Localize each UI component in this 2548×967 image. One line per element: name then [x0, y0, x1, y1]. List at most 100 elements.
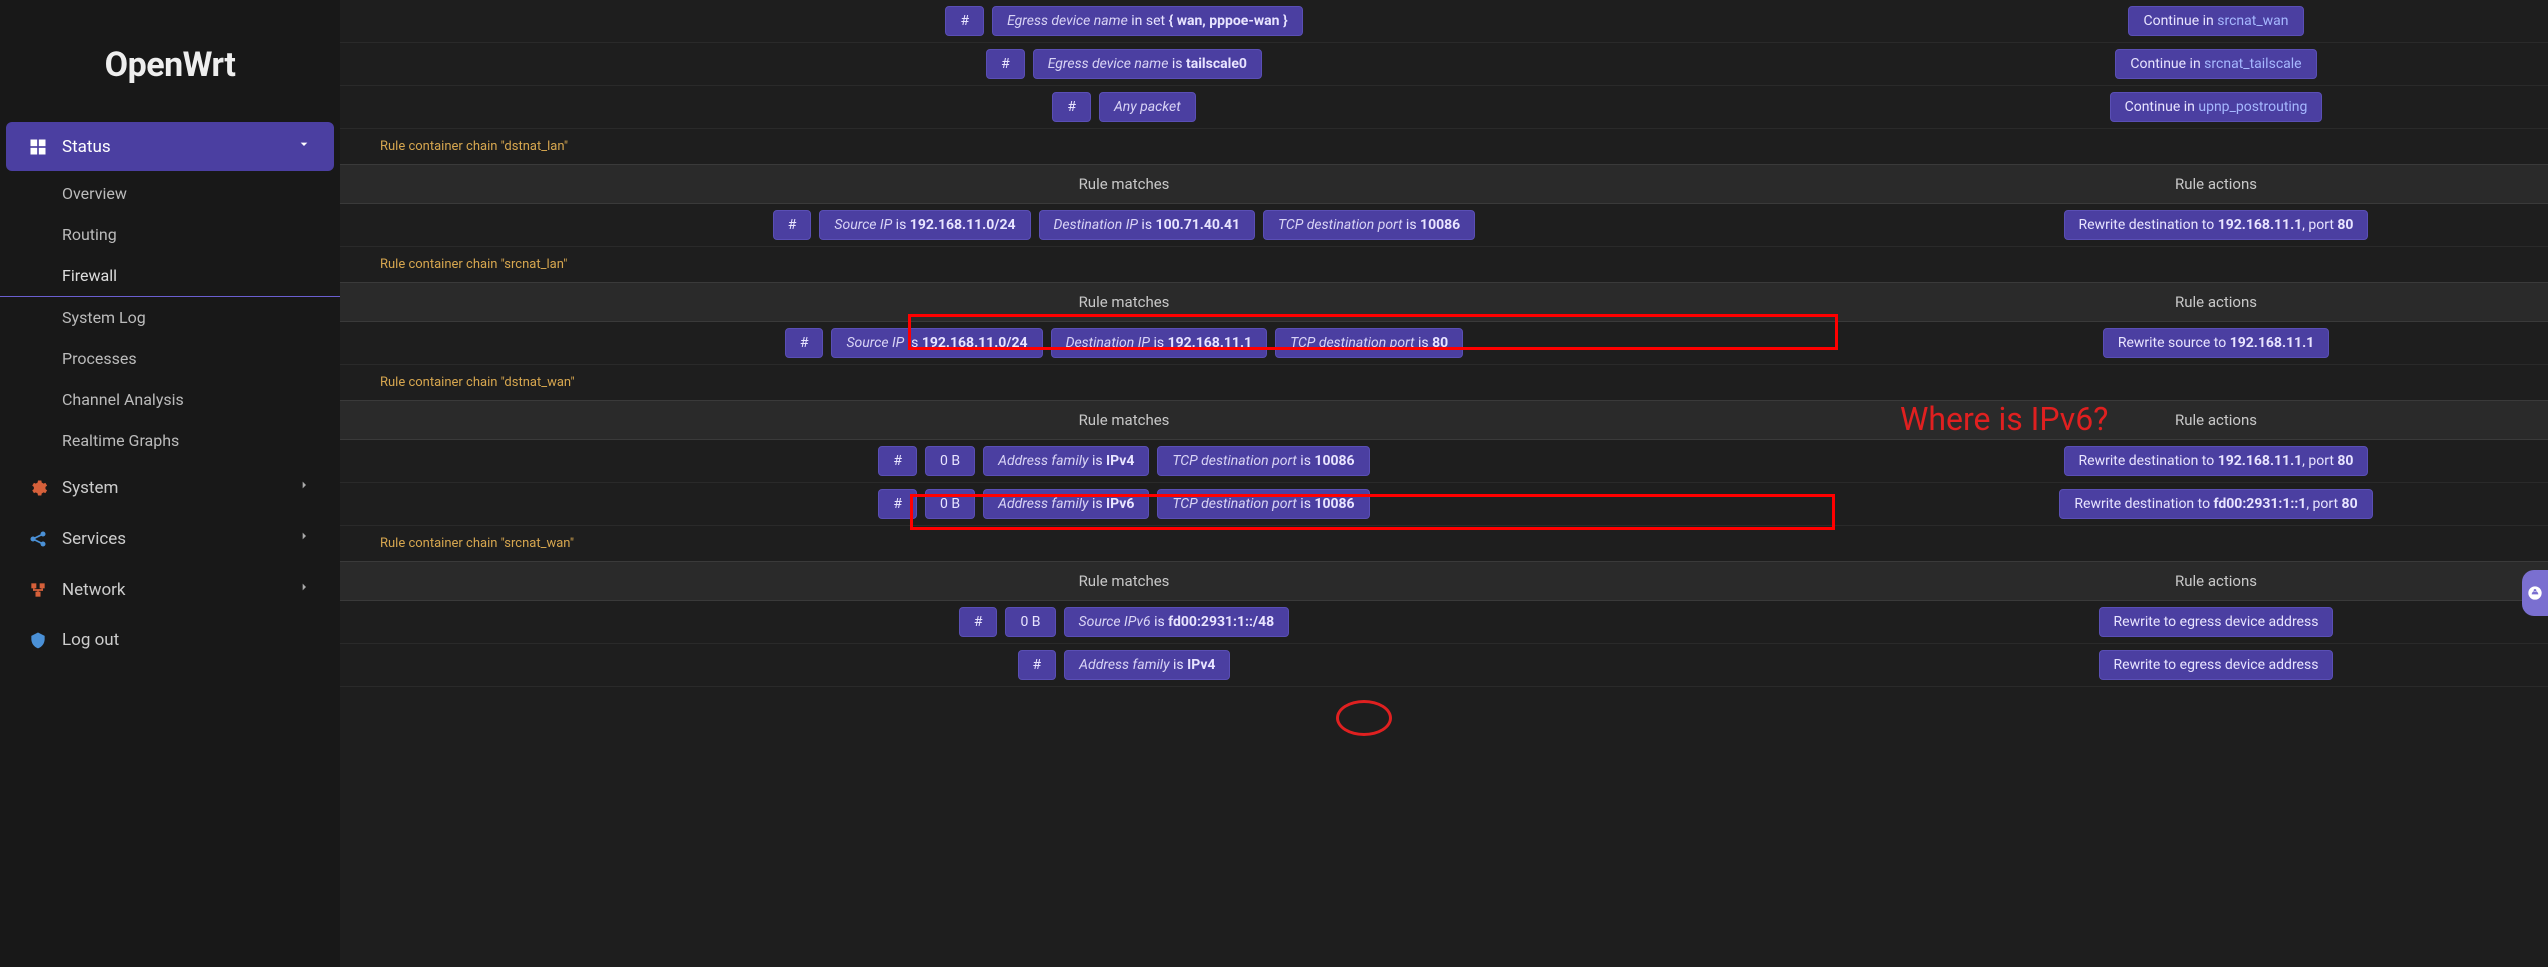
nav-status-label: Status	[62, 137, 111, 157]
action-pill[interactable]: Continue in srcnat_wan	[2128, 6, 2303, 36]
sidebar-item-processes[interactable]: Processes	[0, 338, 340, 379]
logout-icon	[28, 630, 48, 650]
header-matches: Rule matches	[352, 175, 1896, 193]
action-pill[interactable]: Continue in upnp_postrouting	[2110, 92, 2323, 122]
header-actions: Rule actions	[1896, 572, 2536, 590]
nav-logout-label: Log out	[62, 630, 119, 650]
actions-cell: Rewrite destination to 192.168.11.1, por…	[1896, 210, 2536, 240]
chain-label-dstnat-wan: Rule container chain "dstnat_wan"	[340, 365, 2548, 400]
dashboard-icon	[28, 137, 48, 157]
actions-cell: Continue in srcnat_tailscale	[1896, 49, 2536, 79]
actions-cell: Rewrite destination to 192.168.11.1, por…	[1896, 446, 2536, 476]
services-icon	[28, 529, 48, 549]
counter-hash-pill: #	[959, 607, 998, 637]
nav-system-label: System	[62, 478, 118, 498]
counter-bytes-pill: 0 B	[925, 446, 975, 476]
header-actions: Rule actions	[1896, 293, 2536, 311]
chevron-right-icon	[296, 579, 312, 600]
match-pill: Source IP is 192.168.11.0/24	[819, 210, 1030, 240]
counter-hash-pill: #	[1018, 650, 1057, 680]
header-matches: Rule matches	[352, 572, 1896, 590]
match-pill: TCP destination port is 10086	[1263, 210, 1475, 240]
action-pill: Rewrite destination to fd00:2931:1::1, p…	[2059, 489, 2372, 519]
table-header-row: Rule matchesRule actions	[340, 164, 2548, 204]
action-pill: Rewrite destination to 192.168.11.1, por…	[2064, 446, 2369, 476]
header-actions: Rule actions	[1896, 411, 2536, 429]
matches-cell: # Egress device name is tailscale0	[352, 49, 1896, 79]
actions-cell: Rewrite to egress device address	[1896, 650, 2536, 680]
chevron-right-icon	[296, 477, 312, 498]
match-pill: Source IPv6 is fd00:2931:1::/48	[1064, 607, 1290, 637]
match-pill: Address family is IPv4	[983, 446, 1149, 476]
sidebar-item-firewall[interactable]: Firewall	[0, 255, 340, 297]
actions-cell: Rewrite destination to fd00:2931:1::1, p…	[1896, 489, 2536, 519]
rule-row: #Address family is IPv4 Rewrite to egress…	[340, 644, 2548, 687]
side-fab[interactable]	[2522, 570, 2548, 616]
match-pill: Destination IP is 100.71.40.41	[1039, 210, 1256, 240]
sidebar-item-realtime[interactable]: Realtime Graphs	[0, 420, 340, 461]
match-pill: Egress device name is tailscale0	[1033, 49, 1262, 79]
matches-cell: # Egress device name in set { wan, pppoe-…	[352, 6, 1896, 36]
action-pill: Rewrite source to 192.168.11.1	[2103, 328, 2329, 358]
table-header-row: Rule matchesRule actions	[340, 282, 2548, 322]
main-content: # Egress device name in set { wan, pppoe-…	[340, 0, 2548, 967]
action-pill: Rewrite to egress device address	[2099, 607, 2334, 637]
nav-status[interactable]: Status	[6, 122, 334, 171]
nav-network-label: Network	[62, 580, 126, 600]
header-matches: Rule matches	[352, 293, 1896, 311]
sidebar: OpenWrt Status Overview Routing Firewall…	[0, 0, 340, 967]
action-pill: Rewrite to egress device address	[2099, 650, 2334, 680]
chevron-right-icon	[296, 528, 312, 549]
gear-icon	[28, 478, 48, 498]
nav-logout[interactable]: Log out	[6, 616, 334, 664]
chain-label-srcnat-wan: Rule container chain "srcnat_wan"	[340, 526, 2548, 561]
counter-hash-pill: #	[878, 489, 917, 519]
matches-cell: #Source IP is 192.168.11.0/24 Destination…	[352, 210, 1896, 240]
match-pill: TCP destination port is 80	[1275, 328, 1463, 358]
counter-hash-pill: #	[773, 210, 812, 240]
sidebar-item-channel[interactable]: Channel Analysis	[0, 379, 340, 420]
network-icon	[28, 580, 48, 600]
match-pill: Any packet	[1099, 92, 1196, 122]
actions-cell: Continue in upnp_postrouting	[1896, 92, 2536, 122]
match-pill: TCP destination port is 10086	[1157, 489, 1369, 519]
chain-label-dstnat-lan: Rule container chain "dstnat_lan"	[340, 129, 2548, 164]
rule-row: #0 B Source IPv6 is fd00:2931:1::/48 Rewri…	[340, 601, 2548, 644]
chain-label-srcnat-lan: Rule container chain "srcnat_lan"	[340, 247, 2548, 282]
counter-hash-pill: #	[785, 328, 824, 358]
matches-cell: #0 B Source IPv6 is fd00:2931:1::/48	[352, 607, 1896, 637]
matches-cell: #0 BAddress family is IPv6TCP destinatio…	[352, 489, 1896, 519]
nav-system[interactable]: System	[6, 463, 334, 512]
sidebar-item-overview[interactable]: Overview	[0, 173, 340, 214]
counter-hash-pill: #	[986, 49, 1025, 79]
actions-cell: Continue in srcnat_wan	[1896, 6, 2536, 36]
brand-logo: OpenWrt	[0, 20, 340, 120]
counter-hash-pill: #	[945, 6, 984, 36]
nav-services[interactable]: Services	[6, 514, 334, 563]
matches-cell: #Address family is IPv4	[352, 650, 1896, 680]
action-pill[interactable]: Continue in srcnat_tailscale	[2115, 49, 2316, 79]
counter-hash-pill: #	[878, 446, 917, 476]
rule-row: # Egress device name in set { wan, pppoe-…	[340, 0, 2548, 43]
annotation-redcircle	[1336, 700, 1392, 736]
match-pill: Destination IP is 192.168.11.1	[1051, 328, 1268, 358]
nav-network[interactable]: Network	[6, 565, 334, 614]
rule-row: #Source IP is 192.168.11.0/24 Destination…	[340, 204, 2548, 247]
header-matches: Rule matches	[352, 411, 1896, 429]
matches-cell: #Source IP is 192.168.11.0/24 Destination…	[352, 328, 1896, 358]
rule-row: #Source IP is 192.168.11.0/24 Destination…	[340, 322, 2548, 365]
counter-bytes-pill: 0 B	[1005, 607, 1055, 637]
actions-cell: Rewrite to egress device address	[1896, 607, 2536, 637]
header-actions: Rule actions	[1896, 175, 2536, 193]
sidebar-item-syslog[interactable]: System Log	[0, 297, 340, 338]
action-pill: Rewrite destination to 192.168.11.1, por…	[2064, 210, 2369, 240]
rule-row: # Egress device name is tailscale0 Continu…	[340, 43, 2548, 86]
matches-cell: #Any packet	[352, 92, 1896, 122]
matches-cell: #0 BAddress family is IPv4TCP destinatio…	[352, 446, 1896, 476]
sidebar-item-routing[interactable]: Routing	[0, 214, 340, 255]
table-header-row: Rule matchesRule actions	[340, 400, 2548, 440]
match-pill: Address family is IPv6	[983, 489, 1149, 519]
match-pill: Egress device name in set { wan, pppoe-w…	[992, 6, 1303, 36]
match-pill: Source IP is 192.168.11.0/24	[831, 328, 1042, 358]
chevron-down-icon	[296, 136, 312, 157]
